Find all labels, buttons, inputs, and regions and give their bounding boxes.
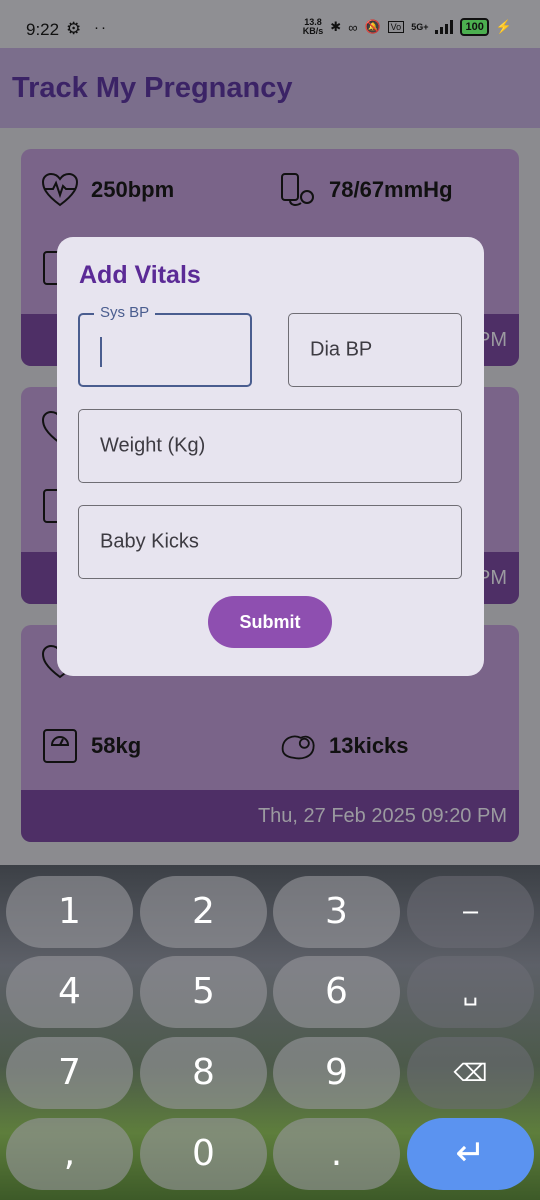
battery-icon: 100 [460,18,489,36]
app-title: Track My Pregnancy [12,72,293,104]
network-speed-unit: KB/s [302,26,324,36]
volte-icon: Vo [387,21,405,33]
key-4[interactable]: 4 [6,956,133,1028]
enter-key[interactable]: ↵ [407,1118,534,1190]
mute-icon: 🔕 [364,19,381,34]
key-5[interactable]: 5 [140,956,267,1028]
backspace-key[interactable]: ⌫ [407,1037,534,1109]
kicks-value: 13kicks [329,733,409,758]
comma-key[interactable]: , [6,1118,133,1190]
baby-icon [279,727,317,765]
weight-value: 58kg [91,733,142,758]
key-0[interactable]: 0 [140,1118,267,1190]
more-notifications-icon: ·· [94,19,108,36]
app-bar: Track My Pregnancy [0,48,540,128]
charging-icon: ⚡ [495,19,512,34]
status-bar: 9:22 ⚙ ·· 13.8 KB/s ✱ ∞ 🔕 Vo 5G+ 100 ⚡ [0,0,540,48]
baby-kicks-input[interactable]: Baby Kicks [78,505,462,579]
key-9[interactable]: 9 [273,1037,400,1109]
scale-icon [41,727,79,765]
blood-pressure-row: 78/67mmHg [279,171,453,209]
minus-key[interactable]: − [407,876,534,948]
weight-placeholder: Weight (Kg) [100,434,206,457]
heart-rate-value: 250bpm [91,177,175,202]
signal-icon [435,20,454,34]
key-6[interactable]: 6 [273,956,400,1028]
weight-row: 58kg [41,727,141,765]
settings-gear-icon: ⚙ [66,19,82,38]
sys-bp-label: Sys BP [94,304,156,321]
key-8[interactable]: 8 [140,1037,267,1109]
period-key[interactable]: . [273,1118,400,1190]
dialog-title: Add Vitals [79,261,201,289]
numeric-keyboard: 1 2 3 − 4 5 6 ␣ 7 8 9 ⌫ , 0 . ↵ [0,865,540,1200]
link-icon: ∞ [348,19,358,35]
weight-input[interactable]: Weight (Kg) [78,409,462,483]
blood-pressure-icon [279,171,317,209]
status-time: 9:22 [26,20,60,39]
dia-bp-input[interactable]: Dia BP [288,313,462,387]
network-type: 5G+ [411,22,429,32]
key-7[interactable]: 7 [6,1037,133,1109]
key-1[interactable]: 1 [6,876,133,948]
blood-pressure-value: 78/67mmHg [329,177,453,202]
space-key[interactable]: ␣ [407,956,534,1028]
submit-button[interactable]: Submit [208,596,332,648]
bluetooth-icon: ✱ [330,19,342,34]
heart-rate-icon [41,171,79,209]
sys-bp-input[interactable]: Sys BP [78,304,252,387]
dia-bp-placeholder: Dia BP [310,338,373,361]
add-vitals-dialog: Add Vitals Sys BP Dia BP Weight (Kg) Bab… [57,237,484,676]
baby-kicks-placeholder: Baby Kicks [100,530,199,553]
key-2[interactable]: 2 [140,876,267,948]
network-speed: 13.8 KB/s [303,18,324,36]
kicks-row: 13kicks [279,727,409,765]
text-cursor [100,337,102,367]
key-3[interactable]: 3 [273,876,400,948]
heart-rate-row: 250bpm [41,171,174,209]
card-timestamp: Thu, 27 Feb 2025 09:20 PM [21,790,519,842]
